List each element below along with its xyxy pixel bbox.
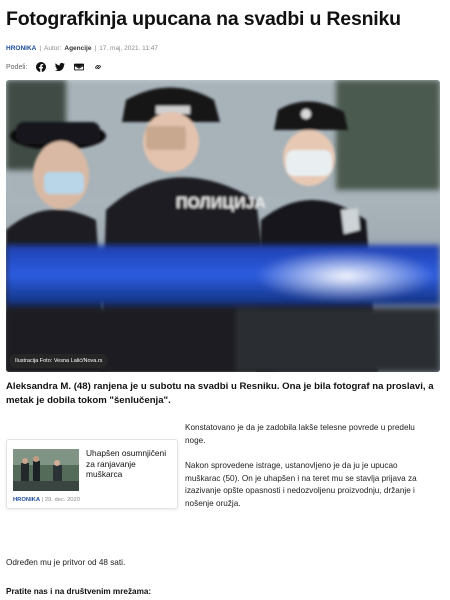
article-text-column: Konstatovano je da je zadobila lakše tel… [185, 422, 435, 523]
article-meta: HRONIKA | Autor: Agencije | 17. maj, 202… [6, 45, 440, 52]
article-paragraph: Konstatovano je da je zadobila lakše tel… [185, 423, 415, 445]
article-lead: Aleksandra M. (48) ranjena je u subotu n… [6, 381, 434, 406]
email-icon[interactable] [74, 62, 85, 72]
svg-text:ПОЛИЦИЈА: ПОЛИЦИЈА [176, 195, 266, 212]
police-photo: ПОЛИЦИЈА [6, 80, 440, 372]
related-title[interactable]: Uhapšen osumnjičeni za ranjavanje muškar… [86, 448, 174, 480]
share-bar: Podeli: [6, 62, 440, 72]
article-paragraph: Nakon sprovedene istrage, ustanovljeno j… [185, 461, 417, 508]
share-label: Podeli: [6, 63, 28, 71]
meta-separator: | [41, 497, 44, 503]
author-name[interactable]: Agencije [64, 45, 91, 52]
facebook-icon[interactable] [36, 62, 47, 72]
related-article-card[interactable]: Uhapšen osumnjičeni za ranjavanje muškar… [6, 439, 178, 509]
twitter-icon[interactable] [55, 62, 66, 72]
related-thumbnail[interactable] [13, 449, 79, 491]
related-category[interactable]: HRONIKA [13, 497, 40, 503]
image-credit: Ilustracija Foto: Vesna Lalić/Nova.rs [9, 354, 109, 368]
publish-date: 17. maj, 2021. 11:47 [99, 45, 158, 52]
hero-image[interactable]: ПОЛИЦИЈА Ilustracija Foto: Vesna Lalić/N… [6, 80, 440, 372]
article-page: Fotografkinja upucana na svadbi u Resnik… [0, 7, 450, 600]
category-link[interactable]: HRONIKA [6, 45, 36, 52]
related-date: 29. dec. 2020 [44, 497, 80, 503]
article-detention: Određen mu je pritvor od 48 sati. [6, 558, 126, 567]
follow-us-heading: Pratite nas i na društvenim mrežama: [6, 587, 152, 596]
article-headline: Fotografkinja upucana na svadbi u Resnik… [6, 8, 401, 30]
author-label: Autor: [44, 45, 62, 52]
meta-separator: | [94, 45, 97, 52]
meta-separator: | [39, 45, 42, 52]
related-meta: HRONIKA | 29. dec. 2020 [13, 497, 80, 503]
article-body: Uhapšen osumnjičeni za ranjavanje muškar… [6, 422, 440, 552]
related-photo [13, 449, 79, 491]
link-icon[interactable] [93, 62, 103, 72]
